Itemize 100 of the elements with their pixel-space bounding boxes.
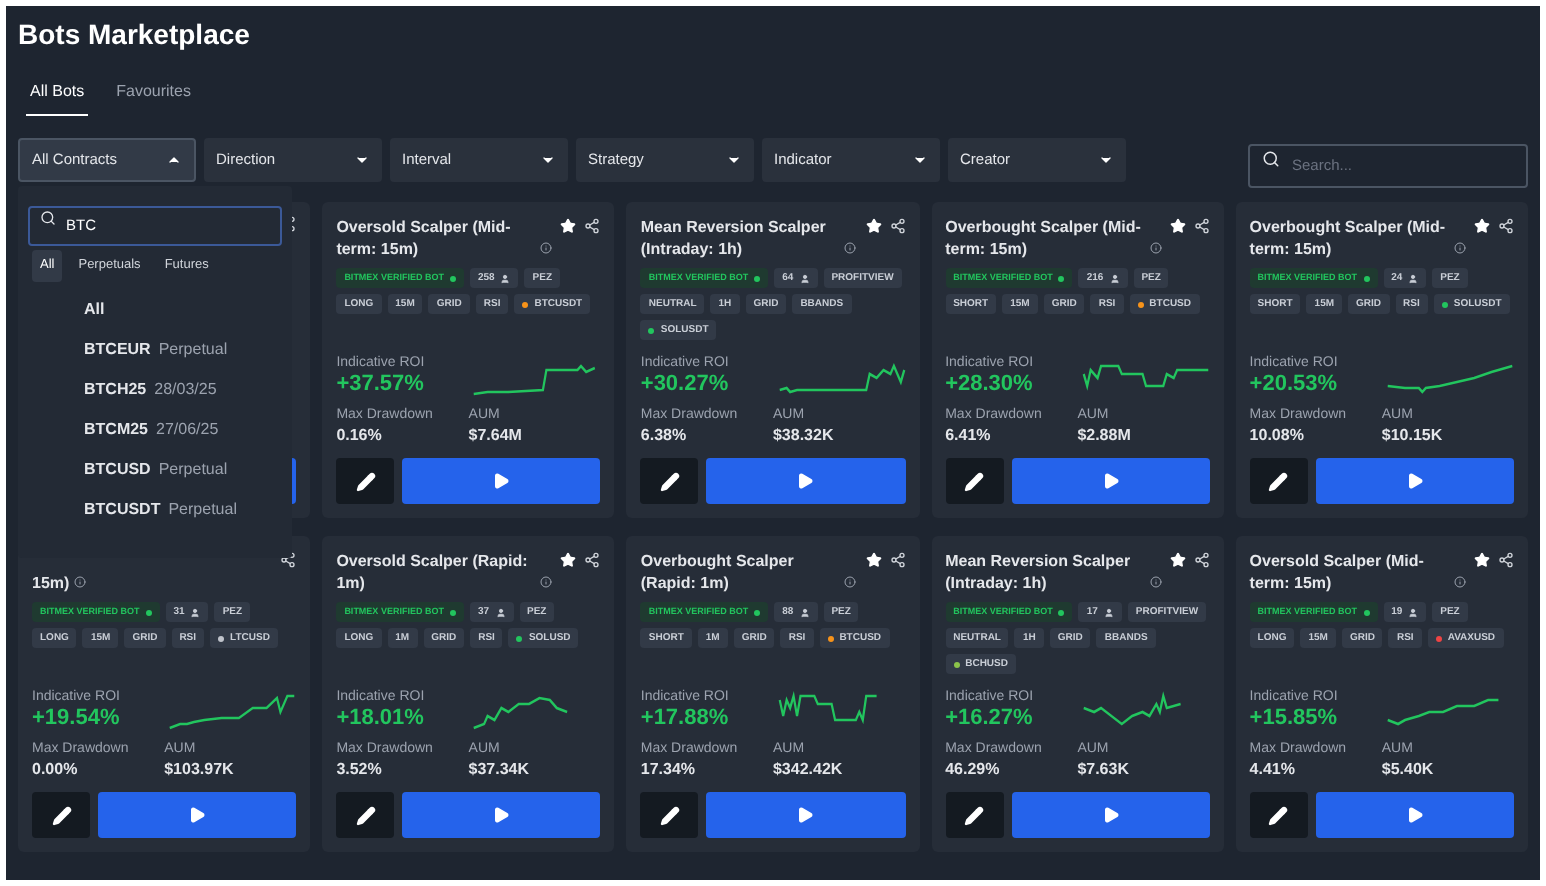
play-icon — [188, 806, 207, 824]
edit-button[interactable] — [640, 792, 699, 838]
pencil-icon — [355, 471, 376, 491]
play-icon — [492, 806, 511, 824]
play-icon — [1405, 806, 1424, 824]
pencil-icon — [659, 805, 680, 825]
roi-value: +37.57% — [336, 372, 425, 398]
user-icon — [799, 273, 810, 283]
share-icon[interactable] — [584, 552, 601, 568]
play-icon — [1101, 806, 1120, 824]
bot-title: Mean Reversion Scalper (Intraday: 1h) — [945, 550, 1133, 594]
user-icon — [190, 607, 201, 617]
share-icon[interactable] — [1193, 218, 1210, 234]
contract-option[interactable]: All — [28, 290, 282, 330]
contract-option[interactable]: BTCM25 27/06/25 — [28, 410, 282, 450]
tab[interactable]: All Bots — [26, 80, 89, 116]
star-icon[interactable] — [560, 552, 577, 568]
roi-value: +19.54% — [32, 706, 120, 732]
bot-title: Overbought Scalper (Mid-term: 15m) — [945, 216, 1143, 260]
drawdown-value: 0.00% — [32, 758, 80, 780]
user-icon — [1408, 273, 1419, 283]
roi-value: +30.27% — [640, 372, 729, 398]
share-icon[interactable] — [1497, 552, 1514, 568]
user-icon — [1109, 273, 1120, 283]
caret-icon — [354, 152, 370, 168]
play-icon — [796, 806, 815, 824]
drawdown-value: 10.08% — [1249, 424, 1306, 446]
star-icon[interactable] — [560, 218, 577, 234]
pencil-icon — [355, 805, 376, 825]
page-title: Bots Marketplace — [18, 16, 252, 54]
play-icon — [1405, 472, 1424, 490]
play-icon — [1101, 472, 1120, 490]
aum-value: $37.34K — [468, 758, 532, 780]
edit-button[interactable] — [336, 792, 395, 838]
contract-option[interactable]: BTCUSD Perpetual — [28, 450, 282, 490]
share-icon[interactable] — [1193, 552, 1210, 568]
drawdown-value: 6.41% — [945, 424, 993, 446]
caret-icon — [166, 152, 182, 168]
aum-value: $38.32K — [772, 424, 836, 446]
tab[interactable]: Favourites — [112, 80, 195, 116]
user-icon — [500, 273, 511, 283]
aum-value: $342.42K — [772, 758, 845, 780]
drawdown-value: 17.34% — [640, 758, 698, 780]
edit-button[interactable] — [32, 792, 90, 838]
roi-value: +16.27% — [945, 706, 1034, 732]
caret-icon — [912, 152, 928, 168]
info-icon — [844, 242, 857, 254]
contract-option[interactable]: BTCUSDT Perpetual — [28, 490, 282, 530]
bot-title: Oversold Scalper (Mid-term: 15m) — [336, 216, 513, 260]
share-icon[interactable] — [584, 218, 601, 234]
pencil-icon — [51, 805, 71, 825]
info-icon — [73, 576, 86, 588]
edit-button[interactable] — [640, 458, 699, 504]
roi-value: +15.85% — [1249, 706, 1338, 732]
play-icon — [796, 472, 815, 490]
bot-title: 15m) — [32, 572, 70, 594]
star-icon[interactable] — [1169, 218, 1186, 234]
drawdown-value: 46.29% — [945, 758, 1002, 780]
user-icon — [1103, 607, 1114, 617]
star-icon[interactable] — [865, 552, 882, 568]
share-icon[interactable] — [889, 218, 906, 234]
user-icon — [799, 607, 810, 617]
star-icon[interactable] — [1473, 218, 1490, 234]
bot-title: Oversold Scalper (Rapid: 1m) — [336, 550, 530, 594]
info-icon — [1149, 576, 1162, 588]
info-icon — [1453, 242, 1466, 254]
bot-title: Overbought Scalper (Rapid: 1m) — [640, 550, 796, 594]
drawdown-value: 6.38% — [640, 424, 689, 446]
roi-value: +20.53% — [1249, 372, 1338, 398]
drawdown-value: 0.16% — [336, 424, 384, 446]
star-icon[interactable] — [1473, 552, 1490, 568]
aum-value: $10.15K — [1381, 424, 1445, 446]
edit-button[interactable] — [1249, 792, 1308, 838]
star-icon[interactable] — [1169, 552, 1186, 568]
pencil-icon — [1268, 471, 1289, 491]
info-icon — [844, 576, 857, 588]
pencil-icon — [1268, 805, 1289, 825]
info-icon — [540, 576, 553, 588]
search-icon — [40, 210, 56, 226]
share-icon[interactable] — [1497, 218, 1514, 234]
bot-title: Overbought Scalper (Mid-term: 15m) — [1249, 216, 1448, 260]
caret-icon — [1098, 152, 1114, 168]
drawdown-value: 4.41% — [1249, 758, 1297, 780]
info-icon — [1149, 242, 1162, 254]
edit-button[interactable] — [945, 792, 1004, 838]
info-icon — [540, 242, 553, 254]
contract-option[interactable]: BTCH25 28/03/25 — [28, 370, 282, 410]
star-icon[interactable] — [865, 218, 882, 234]
contract-option[interactable]: BTCEUR Perpetual — [28, 330, 282, 370]
roi-value: +28.30% — [945, 372, 1034, 398]
bot-title: Oversold Scalper (Mid-term: 15m) — [1249, 550, 1426, 594]
caret-icon — [540, 152, 556, 168]
drawdown-value: 3.52% — [336, 758, 384, 780]
edit-button[interactable] — [336, 458, 395, 504]
share-icon[interactable] — [889, 552, 906, 568]
edit-button[interactable] — [1249, 458, 1308, 504]
edit-button[interactable] — [945, 458, 1004, 504]
bot-title: Mean Reversion Scalper (Intraday: 1h) — [640, 216, 828, 260]
pencil-icon — [964, 805, 985, 825]
pencil-icon — [964, 471, 985, 491]
